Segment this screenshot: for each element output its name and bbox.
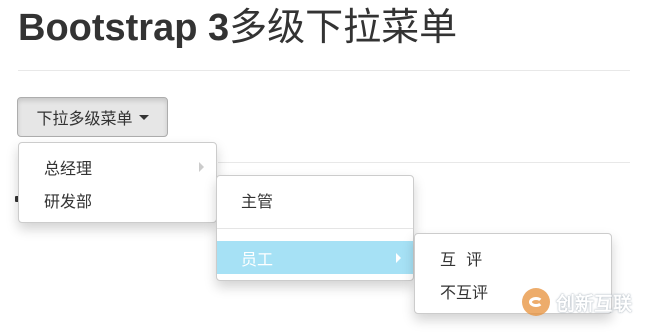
dropdown-menu-level-2: 主管 员工 (216, 175, 414, 281)
menu-item-employee[interactable]: 员工 (217, 241, 413, 274)
dropdown-toggle-button[interactable]: 下拉多级菜单 (17, 97, 168, 137)
page-title: Bootstrap 3多级下拉菜单 (18, 4, 457, 51)
menu-divider (217, 228, 413, 229)
chevron-right-icon (199, 162, 204, 172)
menu-item-rd-department[interactable]: 研发部 (19, 185, 216, 215)
menu-item-label: 研发部 (44, 192, 93, 211)
page-title-rest: 多级下拉菜单 (229, 5, 458, 49)
watermark-text: 创新互联 (556, 292, 633, 315)
caret-down-icon (138, 114, 149, 120)
menu-item-peer-review[interactable]: 互 评 (415, 243, 611, 273)
menu-item-label: 不互评 (440, 283, 489, 302)
menu-item-label: 主管 (241, 192, 274, 211)
chevron-right-icon (396, 252, 401, 263)
menu-item-general-manager[interactable]: 总经理 (19, 152, 216, 182)
dropdown-toggle-label: 下拉多级菜单 (36, 109, 133, 128)
menu-item-label: 员工 (241, 249, 274, 269)
menu-item-supervisor[interactable]: 主管 (217, 185, 413, 215)
dropdown-menu-level-1: 总经理 研发部 (18, 142, 217, 223)
menu-item-label: 互 评 (440, 250, 483, 269)
menu-item-label: 总经理 (44, 159, 93, 178)
brand-logo-icon (522, 288, 550, 316)
page-title-bold: Bootstrap 3 (18, 7, 230, 49)
header-divider (18, 70, 630, 71)
watermark: 创新互联 (522, 288, 632, 316)
content-divider (218, 162, 630, 163)
